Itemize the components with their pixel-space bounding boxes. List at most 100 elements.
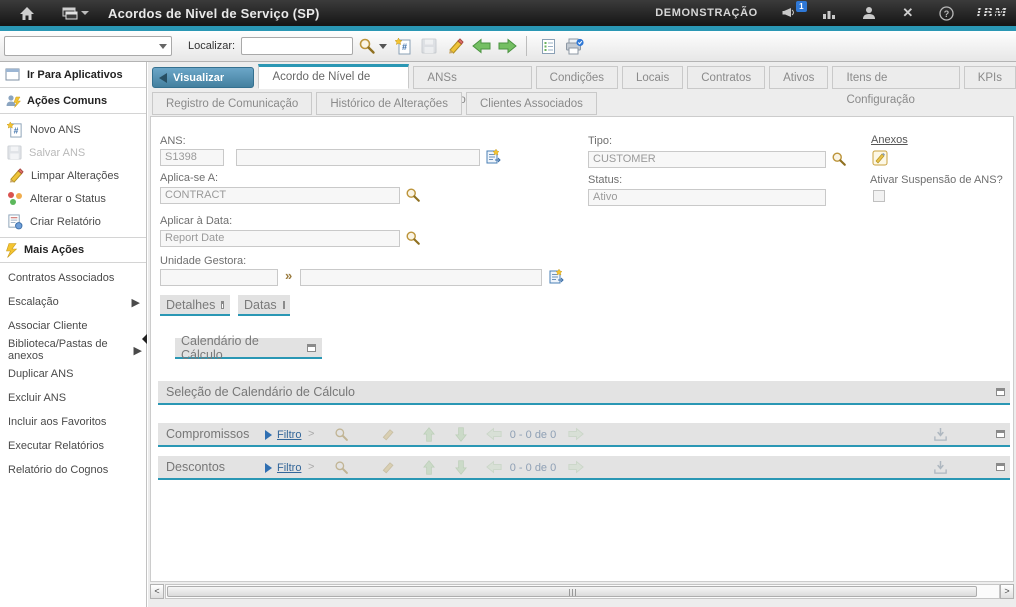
view-list-button[interactable]: Visualizar Lista bbox=[152, 67, 254, 88]
section-calendario-button[interactable]: Calendário de Cálculo bbox=[175, 338, 322, 359]
previous-page-icon[interactable] bbox=[486, 460, 502, 474]
new-record-button[interactable]: # bbox=[391, 34, 415, 58]
lookup-magnifier-icon[interactable] bbox=[405, 187, 421, 203]
unidade-gestora-field[interactable] bbox=[160, 269, 278, 286]
tab-kpis[interactable]: KPIs bbox=[964, 66, 1016, 89]
section-detalhes-button[interactable]: Detalhes bbox=[160, 295, 230, 316]
ans-description-field[interactable] bbox=[236, 149, 480, 166]
maximize-icon[interactable] bbox=[996, 430, 1005, 438]
scroll-left-button[interactable]: < bbox=[150, 584, 164, 599]
download-icon[interactable] bbox=[933, 460, 948, 475]
reports-button[interactable] bbox=[820, 0, 840, 26]
ans-field[interactable]: S1398 bbox=[160, 149, 224, 166]
maximize-icon[interactable] bbox=[996, 388, 1005, 396]
status-field[interactable]: Ativo bbox=[588, 189, 826, 206]
search-icon[interactable] bbox=[334, 460, 349, 475]
sidebar-section-more-actions[interactable]: Mais Ações bbox=[0, 237, 146, 263]
suspensao-checkbox[interactable] bbox=[873, 190, 885, 202]
section-datas-button[interactable]: Datas bbox=[238, 295, 290, 316]
tipo-field[interactable]: CUSTOMER bbox=[588, 151, 826, 168]
sidebar-item-executar-relatorios[interactable]: Executar Relatórios bbox=[0, 434, 146, 458]
scroll-right-button[interactable]: > bbox=[1000, 584, 1014, 599]
scrollbar-track[interactable] bbox=[165, 584, 1000, 599]
sidebar-section-common-actions[interactable]: Ações Comuns bbox=[0, 88, 146, 114]
sidebar-item-alterar-o-status[interactable]: Alterar o Status bbox=[0, 187, 146, 210]
sidebar-collapse-handle[interactable] bbox=[142, 334, 147, 344]
filter-expand-icon[interactable] bbox=[265, 430, 272, 440]
lookup-magnifier-icon[interactable] bbox=[831, 151, 847, 167]
drilldown-chevrons-icon[interactable]: » bbox=[285, 268, 292, 283]
move-down-icon[interactable] bbox=[454, 460, 468, 475]
selecao-calendario-panel-header[interactable]: Seleção de Calendário de Cálculo bbox=[158, 381, 1010, 405]
anexos-link[interactable]: Anexos bbox=[871, 134, 908, 146]
sidebar-item-limpar-alteracoes[interactable]: Limpar Alterações bbox=[0, 164, 146, 187]
filter-expand-icon[interactable] bbox=[265, 463, 272, 473]
tab-ativos[interactable]: Ativos bbox=[769, 66, 828, 89]
chevron-right-icon[interactable]: > bbox=[308, 428, 314, 440]
tab-acordo-de-nivel-de-servico[interactable]: Acordo de Nível de Serviço bbox=[258, 64, 409, 89]
tab-historico-de-alteracoes[interactable]: Histórico de Alterações bbox=[316, 92, 462, 115]
next-page-icon[interactable] bbox=[568, 460, 584, 474]
tab-condicoes[interactable]: Condições bbox=[536, 66, 618, 89]
logout-button[interactable]: ✕ bbox=[898, 0, 918, 26]
sidebar-item-incluir-aos-favoritos[interactable]: Incluir aos Favoritos bbox=[0, 410, 146, 434]
sidebar-item-criar-relatorio[interactable]: Criar Relatório bbox=[0, 210, 146, 233]
sidebar-item-go-to-applications[interactable]: Ir Para Aplicativos bbox=[0, 62, 146, 88]
unidade-gestora-description-field[interactable] bbox=[300, 269, 542, 286]
help-button[interactable]: ? bbox=[937, 0, 957, 26]
record-combo[interactable] bbox=[4, 36, 172, 56]
print-button[interactable] bbox=[562, 34, 586, 58]
move-down-icon[interactable] bbox=[454, 427, 468, 442]
sidebar-item-escalacao[interactable]: Escalação▶ bbox=[0, 290, 146, 314]
long-description-icon[interactable] bbox=[485, 148, 501, 164]
sidebar-item-associar-cliente[interactable]: Associar Cliente bbox=[0, 314, 146, 338]
move-up-icon[interactable] bbox=[422, 460, 436, 475]
filter-link[interactable]: Filtro bbox=[277, 462, 301, 474]
find-input[interactable] bbox=[241, 37, 353, 55]
detail-menu-icon[interactable] bbox=[548, 268, 564, 284]
report-button[interactable] bbox=[536, 34, 560, 58]
home-button[interactable] bbox=[10, 0, 44, 26]
aplica-se-a-field[interactable]: CONTRACT bbox=[160, 187, 400, 204]
maximize-icon[interactable] bbox=[996, 463, 1005, 471]
edit-pencil-icon[interactable] bbox=[380, 427, 395, 441]
lookup-magnifier-icon[interactable] bbox=[405, 230, 421, 246]
download-icon[interactable] bbox=[933, 427, 948, 442]
horizontal-scrollbar[interactable]: < > bbox=[150, 584, 1014, 599]
tab-anss-relacionados[interactable]: ANSs Relacionados bbox=[413, 66, 531, 89]
search-options-caret[interactable] bbox=[379, 44, 387, 49]
aplicar-a-data-field[interactable]: Report Date bbox=[160, 230, 400, 247]
sidebar-item-relatorio-do-cognos[interactable]: Relatório do Cognos bbox=[0, 458, 146, 482]
filter-link[interactable]: Filtro bbox=[277, 429, 301, 441]
sidebar-item-duplicar-ans[interactable]: Duplicar ANS bbox=[0, 362, 146, 386]
chevron-right-icon[interactable]: > bbox=[308, 461, 314, 473]
tab-itens-de-configuracao[interactable]: Itens de Configuração bbox=[832, 66, 959, 89]
announcements-button[interactable]: 1 bbox=[781, 0, 801, 26]
scrollbar-thumb[interactable] bbox=[167, 586, 977, 597]
clear-changes-button[interactable] bbox=[443, 34, 467, 58]
attachments-icon[interactable] bbox=[872, 150, 888, 166]
edit-pencil-icon[interactable] bbox=[380, 460, 395, 474]
sidebar-item-contratos-associados[interactable]: Contratos Associados bbox=[0, 266, 146, 290]
arrow-left-icon bbox=[472, 38, 491, 54]
descontos-panel-header[interactable]: Descontos Filtro > 0 - 0 de 0 bbox=[158, 456, 1010, 480]
profile-button[interactable] bbox=[859, 0, 879, 26]
sidebar-item-biblioteca-pastas-de-anexos[interactable]: Biblioteca/Pastas de anexos▶ bbox=[0, 338, 146, 362]
sidebar-item-excluir-ans[interactable]: Excluir ANS bbox=[0, 386, 146, 410]
search-icon[interactable] bbox=[334, 427, 349, 442]
sidebar-item-novo-ans[interactable]: # Novo ANS bbox=[0, 118, 146, 141]
tab-contratos[interactable]: Contratos bbox=[687, 66, 765, 89]
move-up-icon[interactable] bbox=[422, 427, 436, 442]
tab-registro-de-comunicacao[interactable]: Registro de Comunicação bbox=[152, 92, 312, 115]
previous-page-icon[interactable] bbox=[486, 427, 502, 441]
previous-record-button[interactable] bbox=[469, 34, 493, 58]
next-page-icon[interactable] bbox=[568, 427, 584, 441]
save-button[interactable] bbox=[417, 34, 441, 58]
tab-locais[interactable]: Locais bbox=[622, 66, 683, 89]
next-record-button[interactable] bbox=[495, 34, 519, 58]
compromissos-panel-header[interactable]: Compromissos Filtro > 0 - 0 de 0 bbox=[158, 423, 1010, 447]
sidebar-item-salvar-ans[interactable]: Salvar ANS bbox=[0, 141, 146, 164]
tab-clientes-associados[interactable]: Clientes Associados bbox=[466, 92, 597, 115]
app-switcher-button[interactable] bbox=[58, 0, 92, 26]
search-button[interactable] bbox=[355, 34, 379, 58]
